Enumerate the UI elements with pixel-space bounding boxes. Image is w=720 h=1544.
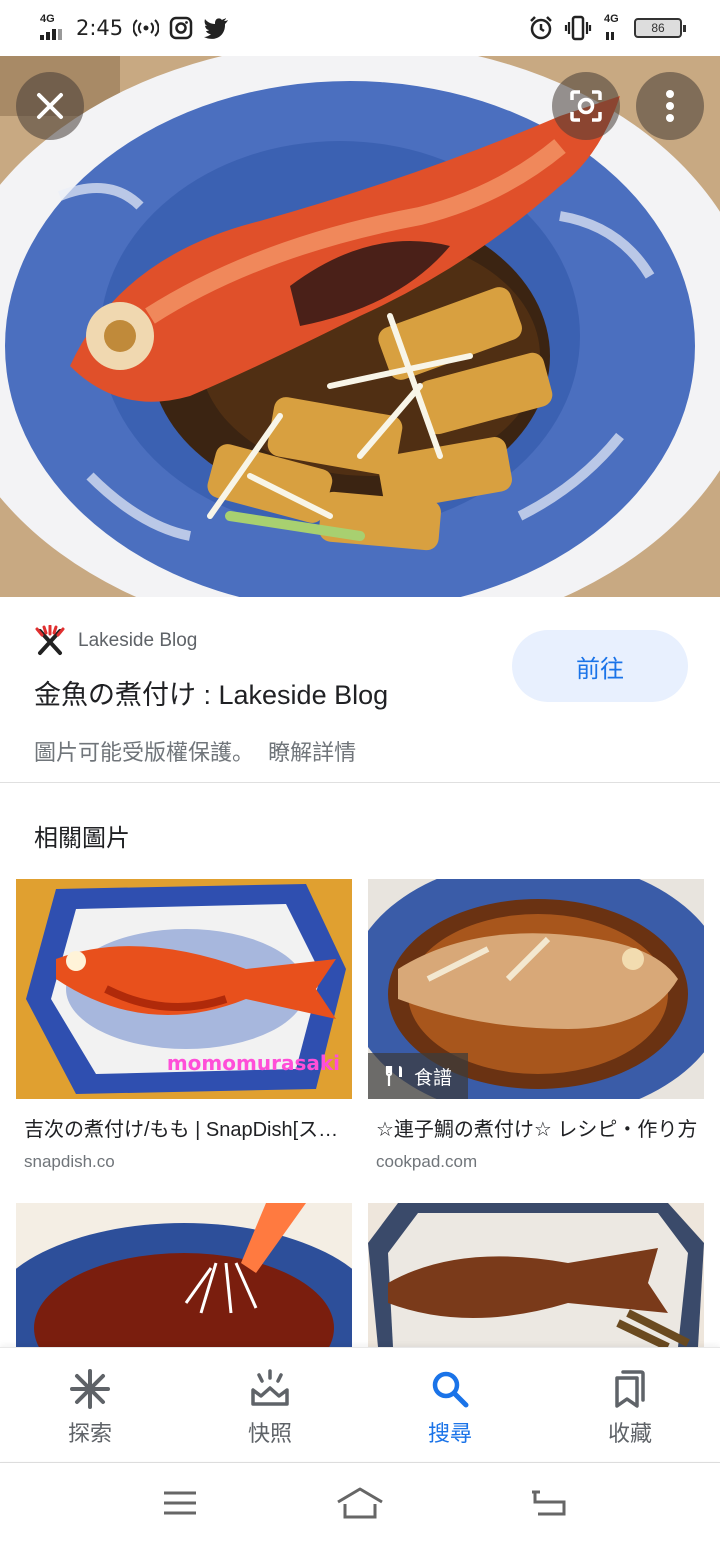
asterisk-icon — [70, 1369, 110, 1409]
site-name: Lakeside Blog — [78, 630, 198, 651]
copyright-notice: 圖片可能受版權保護。 瞭解詳情 — [34, 735, 356, 767]
signal-icon: 4G — [38, 14, 66, 42]
back-icon — [532, 1490, 566, 1516]
vibrate-icon — [564, 15, 592, 41]
twitter-icon — [204, 18, 229, 39]
site-row[interactable]: Lakeside Blog — [34, 625, 197, 657]
related-image-card[interactable] — [16, 1203, 352, 1347]
home-button[interactable] — [330, 1481, 390, 1525]
related-heading: 相關圖片 — [34, 825, 130, 852]
bottom-navigation: 探索 快照 搜尋 收藏 — [0, 1347, 720, 1461]
related-thumbnail[interactable] — [16, 1203, 352, 1347]
result-info: Lakeside Blog 金魚の煮付け : Lakeside Blog 圖片可… — [0, 597, 720, 783]
lens-icon — [570, 90, 602, 122]
related-thumbnail[interactable] — [368, 1203, 704, 1347]
thumbnail-image — [368, 1203, 704, 1347]
visit-button[interactable]: 前往 — [512, 630, 688, 702]
search-icon — [432, 1371, 469, 1408]
close-icon — [37, 93, 63, 119]
site-favicon-icon — [35, 625, 65, 655]
nav-search[interactable]: 搜尋 — [360, 1348, 540, 1461]
more-options-button[interactable] — [636, 72, 704, 140]
menu-button[interactable] — [150, 1481, 210, 1525]
fish-dish-illustration — [0, 56, 720, 597]
hotspot-icon — [133, 19, 160, 37]
nav-snapshot[interactable]: 快照 — [180, 1348, 360, 1461]
clock: 2:45 — [76, 16, 124, 40]
recipe-badge: 食譜 — [368, 1053, 469, 1099]
related-source: snapdish.co — [24, 1152, 115, 1171]
related-thumbnail[interactable]: 食譜 — [368, 879, 704, 1099]
related-image-card[interactable]: 食譜 ☆連子鯛の煮付け☆ レシピ・作り方 cookpad.com — [368, 879, 704, 1172]
related-image-card[interactable]: momomurasaki 吉次の煮付け/もも | SnapDish[スナップディ… — [16, 879, 352, 1172]
home-icon — [337, 1487, 383, 1519]
close-button[interactable] — [16, 72, 84, 140]
page-title[interactable]: 金魚の煮付け : Lakeside Blog — [34, 673, 388, 712]
thumbnail-image — [16, 1203, 352, 1347]
related-source: cookpad.com — [376, 1152, 478, 1171]
preview-image[interactable] — [0, 56, 720, 597]
instagram-icon — [169, 16, 193, 40]
restaurant-icon — [385, 1066, 402, 1086]
system-navigation-bar — [0, 1462, 720, 1544]
lens-button[interactable] — [552, 72, 620, 140]
mobile-data-icon: 4G — [602, 14, 624, 42]
copyright-text: 圖片可能受版權保護。 — [34, 740, 255, 765]
bookmarks-icon — [615, 1370, 645, 1408]
nav-explore[interactable]: 探索 — [0, 1348, 180, 1461]
watermark: momomurasaki — [166, 1051, 340, 1075]
nav-collections[interactable]: 收藏 — [540, 1348, 720, 1461]
menu-icon — [164, 1491, 196, 1515]
related-image-card[interactable] — [368, 1203, 704, 1347]
more-vert-icon — [666, 90, 674, 122]
status-bar: 4G 2:45 4G 86 — [0, 0, 720, 56]
snapshot-icon — [251, 1369, 289, 1406]
related-caption: 吉次の煮付け/もも | SnapDish[スナップディッシュ] — [24, 1119, 346, 1141]
back-button[interactable] — [520, 1481, 580, 1525]
related-thumbnail[interactable]: momomurasaki — [16, 879, 352, 1099]
battery-icon: 86 — [634, 18, 686, 38]
learn-more-link[interactable]: 瞭解詳情 — [268, 740, 356, 765]
related-caption: ☆連子鯛の煮付け☆ レシピ・作り方 — [376, 1119, 698, 1141]
alarm-icon — [530, 16, 552, 40]
